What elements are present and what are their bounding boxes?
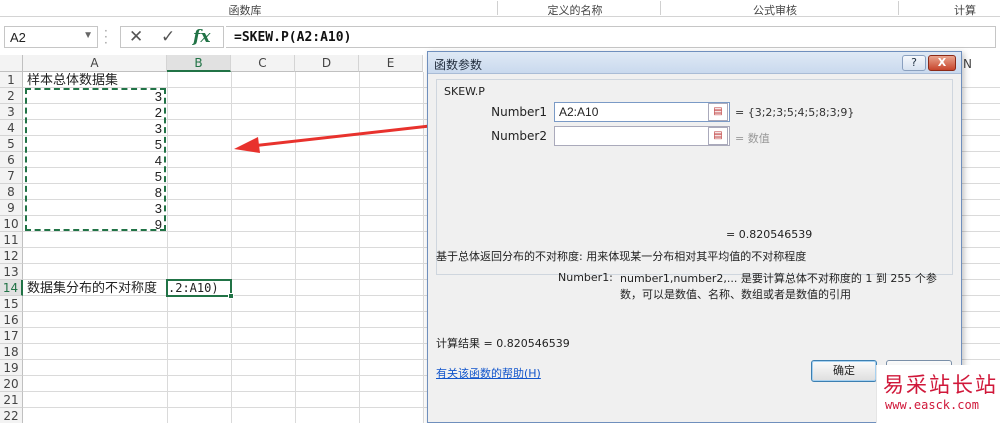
enter-icon[interactable]: ✓ bbox=[161, 28, 175, 46]
row-header-13[interactable]: 13 bbox=[0, 264, 23, 280]
row-header-19[interactable]: 19 bbox=[0, 360, 23, 376]
row-header-8[interactable]: 8 bbox=[0, 184, 23, 200]
cancel-icon[interactable]: ✕ bbox=[129, 28, 143, 46]
number2-input[interactable] bbox=[554, 126, 730, 146]
ribbon-divider bbox=[660, 1, 661, 15]
ribbon-group-labels: 函数库 定义的名称 公式审核 计算 bbox=[0, 0, 1000, 17]
formula-bar: A2 ▼ · · · ✕ ✓ fx =SKEW.P(A2:A10) bbox=[0, 22, 1000, 52]
number2-label: Number2 bbox=[491, 129, 547, 143]
column-header-d[interactable]: D bbox=[295, 55, 359, 72]
select-all-corner[interactable] bbox=[0, 55, 23, 72]
row-header-9[interactable]: 9 bbox=[0, 200, 23, 216]
column-header-e[interactable]: E bbox=[359, 55, 423, 72]
name-box-value: A2 bbox=[10, 30, 26, 45]
row-header-10[interactable]: 10 bbox=[0, 216, 23, 232]
formula-result: = 0.820546539 bbox=[726, 228, 813, 241]
function-description: 基于总体返回分布的不对称度: 用来体现某一分布相对其平均值的不对称程度 bbox=[436, 250, 807, 263]
cell-a14[interactable]: 数据集分布的不对称度 bbox=[27, 281, 165, 297]
row-header-18[interactable]: 18 bbox=[0, 344, 23, 360]
watermark: 易采站长站 www.easck.com bbox=[876, 365, 1000, 423]
ribbon-group-formula-auditing: 公式审核 bbox=[753, 4, 797, 17]
row-header-6[interactable]: 6 bbox=[0, 152, 23, 168]
close-button[interactable]: X bbox=[928, 55, 956, 71]
dialog-title: 函数参数 bbox=[434, 58, 483, 72]
name-box[interactable]: A2 ▼ bbox=[4, 26, 98, 48]
ok-button[interactable]: 确定 bbox=[811, 360, 877, 382]
row-header-20[interactable]: 20 bbox=[0, 376, 23, 392]
arrow-head bbox=[234, 137, 260, 153]
row-header-16[interactable]: 16 bbox=[0, 312, 23, 328]
cell-b14-edit-text: .2:A10) bbox=[168, 281, 219, 295]
column-header-c[interactable]: C bbox=[231, 55, 295, 72]
fill-handle[interactable] bbox=[228, 293, 234, 299]
row-header-1[interactable]: 1 bbox=[0, 72, 23, 88]
dialog-title-bar[interactable]: 函数参数 ? X bbox=[428, 52, 961, 74]
row-header-5[interactable]: 5 bbox=[0, 136, 23, 152]
row-header-14[interactable]: 14 bbox=[0, 280, 23, 296]
number1-result: = {3;2;3;5;4;5;8;3;9} bbox=[735, 106, 855, 119]
row-header-2[interactable]: 2 bbox=[0, 88, 23, 104]
function-help-link[interactable]: 有关该函数的帮助(H) bbox=[436, 365, 541, 381]
ribbon-group-function-library: 函数库 bbox=[228, 4, 262, 17]
formula-bar-buttons: ✕ ✓ fx bbox=[120, 26, 224, 48]
formula-input[interactable]: =SKEW.P(A2:A10) bbox=[226, 26, 996, 48]
chevron-down-icon[interactable]: ▼ bbox=[83, 30, 93, 41]
row-header-3[interactable]: 3 bbox=[0, 104, 23, 120]
row-header-21[interactable]: 21 bbox=[0, 392, 23, 408]
row-header-22[interactable]: 22 bbox=[0, 408, 23, 423]
number1-input[interactable]: A2:A10 bbox=[554, 102, 730, 122]
argument-name: Number1: bbox=[558, 271, 613, 284]
ribbon-divider bbox=[497, 1, 498, 15]
range-collapse-icon[interactable]: ▤ bbox=[708, 103, 728, 121]
watermark-url: www.easck.com bbox=[885, 398, 979, 412]
help-button[interactable]: ? bbox=[902, 55, 926, 71]
row-header-12[interactable]: 12 bbox=[0, 248, 23, 264]
argument-description: number1,number2,... 是要计算总体不对称度的 1 到 255 … bbox=[620, 272, 937, 301]
row-header-7[interactable]: 7 bbox=[0, 168, 23, 184]
column-header-n[interactable]: N bbox=[963, 57, 972, 71]
resize-handle-icon[interactable]: · · · bbox=[104, 25, 110, 49]
number1-label: Number1 bbox=[491, 105, 547, 119]
ribbon-group-calculation: 计算 bbox=[954, 4, 976, 17]
ribbon-divider bbox=[898, 1, 899, 15]
copy-marquee-range bbox=[25, 88, 166, 231]
arguments-group: SKEW.P Number1 A2:A10 ▤ = {3;2;3;5;4;5;8… bbox=[436, 79, 953, 275]
range-collapse-icon[interactable]: ▤ bbox=[708, 127, 728, 145]
function-name: SKEW.P bbox=[444, 85, 485, 98]
ribbon-group-defined-names: 定义的名称 bbox=[547, 4, 603, 17]
row-header-15[interactable]: 15 bbox=[0, 296, 23, 312]
cell-a1[interactable]: 样本总体数据集 bbox=[27, 73, 165, 89]
calculation-result: 计算结果 = 0.820546539 bbox=[436, 337, 570, 350]
row-header-4[interactable]: 4 bbox=[0, 120, 23, 136]
column-header-a[interactable]: A bbox=[23, 55, 167, 72]
row-header-11[interactable]: 11 bbox=[0, 232, 23, 248]
insert-function-icon[interactable]: fx bbox=[193, 28, 210, 46]
row-header-17[interactable]: 17 bbox=[0, 328, 23, 344]
watermark-title: 易采站长站 bbox=[883, 373, 998, 397]
column-header-b[interactable]: B bbox=[167, 55, 231, 72]
number2-result: = 数值 bbox=[735, 132, 770, 145]
